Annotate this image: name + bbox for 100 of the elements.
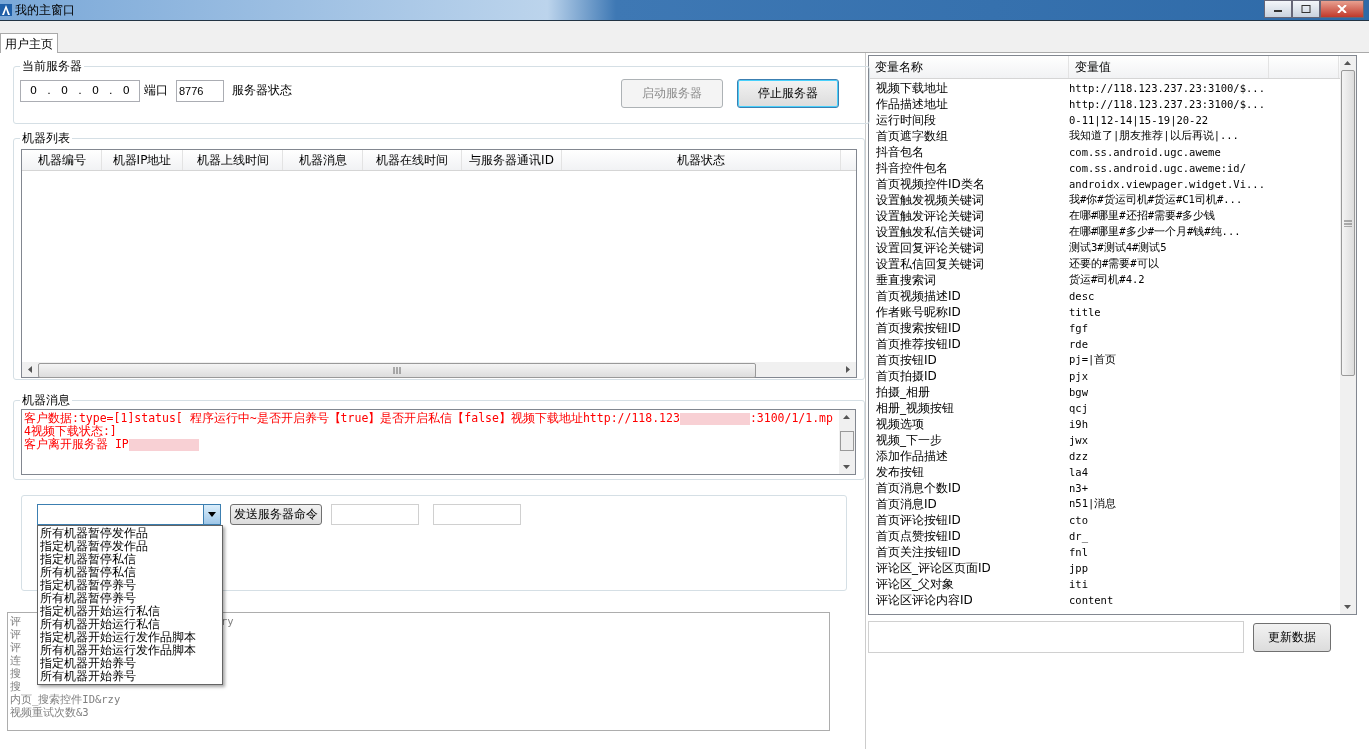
variable-name: 评论区_评论区页面ID <box>875 559 992 577</box>
text-field[interactable] <box>433 504 521 525</box>
tab[interactable]: 用户主页 <box>0 33 58 53</box>
variable-name: 运行时间段 <box>875 111 937 129</box>
variable-value: desc <box>1069 290 1095 302</box>
variable-name: 首页拍摄ID <box>875 367 938 385</box>
ip-separator: . <box>78 84 82 97</box>
variable-value: 测试3#测试4#测试5 <box>1069 241 1167 255</box>
variable-name: 首页关注按钮ID <box>875 543 962 561</box>
variable-value: title <box>1069 306 1101 318</box>
ip-address-field[interactable]: 0 . 0 . 0 . 0 <box>20 79 140 102</box>
column-header[interactable]: 机器上线时间 <box>183 150 283 170</box>
vertical-scrollbar[interactable] <box>1340 56 1356 614</box>
caret-icon <box>208 512 216 517</box>
dropdown-option[interactable]: 指定机器暂停私信 <box>38 553 222 566</box>
variable-value: dzz <box>1069 450 1088 462</box>
variable-value: http://118.123.237.23:3100/$... <box>1069 98 1265 110</box>
variable-value: fnl <box>1069 546 1088 558</box>
log-line: 搜 <box>10 667 21 680</box>
column-header[interactable]: 机器编号 <box>22 150 102 170</box>
log-line: 搜 <box>10 680 21 693</box>
variable-name: 首页视频控件ID类名 <box>875 175 986 193</box>
message-line: 客户数据:type=[1]status[ 程序运行中~是否开启养号【true】是否开启私信【false】视频下载地址http://118.123 :3100/1/1.mp4视频下载状态:] <box>24 412 834 438</box>
grip-icon <box>393 367 401 374</box>
column-header[interactable]: 与服务器通讯ID <box>462 150 562 170</box>
group-title: 当前服务器 <box>21 58 83 75</box>
variable-name: 首页推荐按钮ID <box>875 335 962 353</box>
grip-icon <box>1344 219 1352 227</box>
variable-value: cto <box>1069 514 1088 526</box>
text-field[interactable] <box>331 504 419 525</box>
log-line: 连 <box>10 654 21 667</box>
column-header[interactable]: 机器状态 <box>562 150 841 170</box>
variable-name: 视频选项 <box>875 415 925 433</box>
app-icon <box>0 4 12 16</box>
variable-value: 我#你#货运司机#货运#C1司机#... <box>1069 193 1243 207</box>
variable-name: 相册_视频按钮 <box>875 399 955 417</box>
column-header[interactable]: 变量名称 <box>869 56 1069 78</box>
dropdown-option[interactable]: 所有机器开始运行私信 <box>38 618 222 631</box>
send-command-button[interactable]: 发送服务器命令 <box>230 504 322 525</box>
minimize-button[interactable] <box>1264 0 1292 18</box>
variable-value: http://118.123.237.23:3100/$... <box>1069 82 1265 94</box>
port-label: 端口 <box>144 82 168 99</box>
server-status-label: 服务器状态 <box>232 82 292 99</box>
maximize-button[interactable] <box>1292 0 1320 18</box>
close-button[interactable] <box>1320 0 1364 18</box>
column-header[interactable]: 机器在线时间 <box>363 150 462 170</box>
variable-name: 设置触发评论关键词 <box>875 207 985 225</box>
variable-value: fgf <box>1069 322 1088 334</box>
text-field[interactable] <box>868 621 1244 653</box>
dropdown-option[interactable]: 指定机器开始运行发作品脚本 <box>38 631 222 644</box>
variable-value: pjx <box>1069 370 1088 382</box>
log-line: 内页_搜索控件ID&rzy <box>10 693 121 706</box>
dropdown-option[interactable]: 所有机器开始养号 <box>38 670 222 683</box>
variable-value: com.ss.android.ugc.aweme <box>1069 146 1221 158</box>
dropdown-option[interactable]: 指定机器开始养号 <box>38 657 222 670</box>
server-button[interactable]: 停止服务器 <box>737 79 839 108</box>
dropdown-option[interactable]: 所有机器开始运行发作品脚本 <box>38 644 222 657</box>
variable-name: 首页点赞按钮ID <box>875 527 962 545</box>
variable-value: 我知道了|朋友推荐|以后再说|... <box>1069 129 1239 143</box>
ip-separator: . <box>109 84 113 97</box>
dropdown-option[interactable]: 所有机器暂停养号 <box>38 592 222 605</box>
variable-value: i9h <box>1069 418 1088 430</box>
variable-name: 作者账号昵称ID <box>875 303 962 321</box>
ip-separator: . <box>47 84 51 97</box>
column-header[interactable]: 机器IP地址 <box>102 150 183 170</box>
variable-name: 添加作品描述 <box>875 447 949 465</box>
variable-value: n51|消息 <box>1069 497 1117 511</box>
update-data-button[interactable]: 更新数据 <box>1253 622 1331 652</box>
variable-value: rde <box>1069 338 1088 350</box>
scroll-right-icon <box>846 366 850 373</box>
variable-value: 还要的#需要#可以 <box>1069 257 1159 271</box>
log-line-fragment: ry <box>221 615 234 628</box>
variable-name: 抖音控件包名 <box>875 159 949 177</box>
variable-value: jwx <box>1069 434 1088 446</box>
dropdown-option[interactable]: 所有机器暂停发作品 <box>38 527 222 540</box>
column-header[interactable]: 机器消息 <box>283 150 363 170</box>
group-title: 机器消息 <box>21 392 71 409</box>
variable-name: 首页评论按钮ID <box>875 511 962 529</box>
horizontal-scrollbar[interactable] <box>22 362 856 377</box>
maximize-icon <box>1301 5 1311 13</box>
dropdown-option[interactable]: 指定机器暂停发作品 <box>38 540 222 553</box>
variable-value: 在哪#哪里#还招#需要#多少钱 <box>1069 209 1216 223</box>
variable-name: 设置回复评论关键词 <box>875 239 985 257</box>
dropdown-option[interactable]: 指定机器暂停养号 <box>38 579 222 592</box>
variable-value: 货运#司机#4.2 <box>1069 273 1145 287</box>
dropdown-option[interactable]: 所有机器暂停私信 <box>38 566 222 579</box>
variable-name: 拍摄_相册 <box>875 383 931 401</box>
group-title: 机器列表 <box>21 130 71 147</box>
message-box[interactable]: 客户数据:type=[1]status[ 程序运行中~是否开启养号【true】是否开启私信【false】视频下载地址http://118.123 :3100/1/1.mp4视频下载状态:] 客户离开服务器 IP <box>21 409 856 475</box>
vertical-scrollbar[interactable] <box>839 410 855 474</box>
column-header[interactable]: 变量值 <box>1069 56 1269 78</box>
scroll-left-icon <box>28 366 32 373</box>
port-field[interactable]: 8776 <box>176 79 224 102</box>
window-title: 我的主窗口 <box>15 1 75 19</box>
variable-name: 首页搜索按钮ID <box>875 319 962 337</box>
variable-value: iti <box>1069 578 1088 590</box>
variable-name: 视频下载地址 <box>875 79 949 97</box>
variable-value: dr_ <box>1069 530 1088 542</box>
variable-name: 首页消息个数ID <box>875 479 962 497</box>
variable-name: 设置私信回复关键词 <box>875 255 985 273</box>
